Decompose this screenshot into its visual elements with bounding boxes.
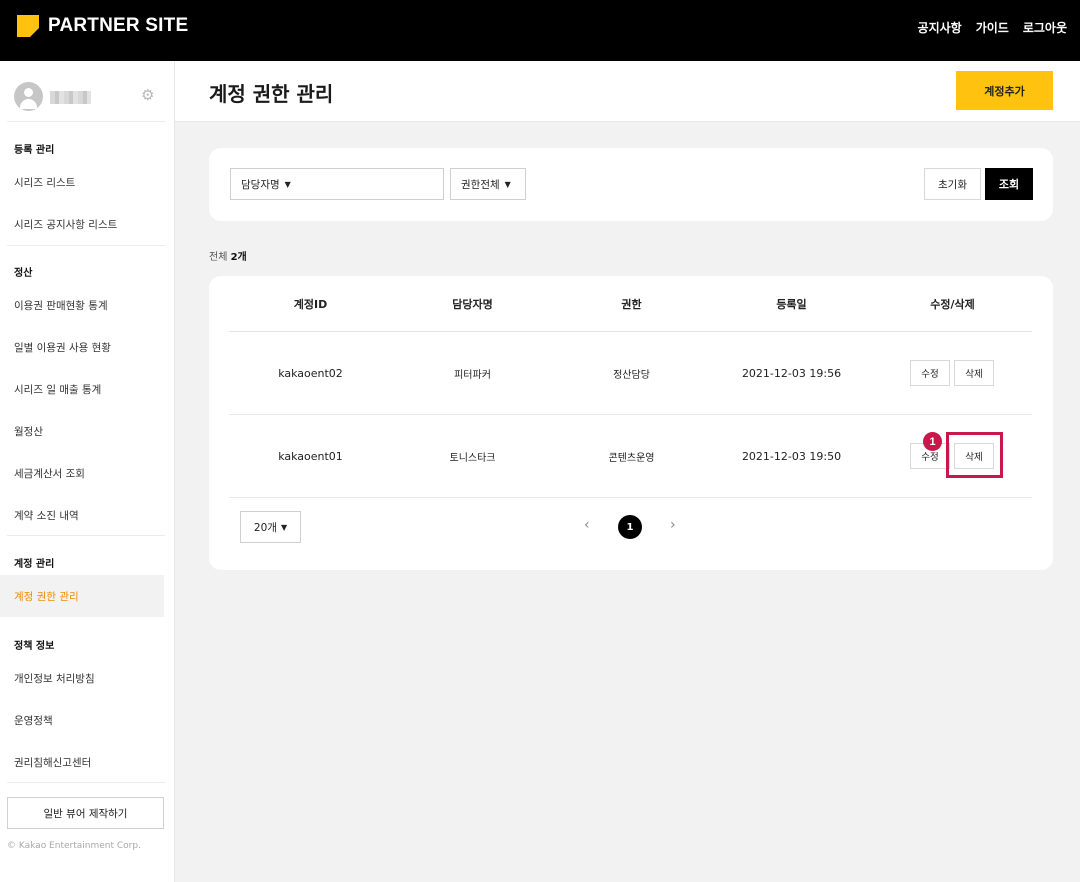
sidebar-item-series-list[interactable]: 시리즈 리스트 <box>0 161 164 203</box>
column-header-id: 계정ID <box>293 297 328 311</box>
cell-account-id: kakaoent02 <box>278 366 343 380</box>
divider <box>7 535 165 536</box>
cell-date: 2021-12-03 19:56 <box>741 366 842 380</box>
table-row: kakaoent02 피터파커 정산담당 2021-12-03 19:56 수정… <box>229 332 1032 415</box>
title-bar: 계정 권한 관리 계정추가 <box>175 61 1080 122</box>
column-header-role: 권한 <box>621 297 642 311</box>
delete-button[interactable]: 삭제 <box>954 360 994 386</box>
create-viewer-button[interactable]: 일반 뷰어 제작하기 <box>7 797 164 829</box>
page-size-label: 20개 <box>253 521 277 534</box>
page-number-current[interactable]: 1 <box>618 515 642 539</box>
section-title-policy: 정책 정보 <box>14 641 55 652</box>
caret-down-icon: ▼ <box>504 179 511 189</box>
chevron-left-icon[interactable]: ‹ <box>584 517 590 533</box>
cell-date: 2021-12-03 19:50 <box>741 449 842 463</box>
gear-icon[interactable]: ⚙ <box>141 88 156 103</box>
manager-select[interactable]: 담당자명 ▼ <box>230 168 444 200</box>
total-label: 전체 <box>209 252 228 263</box>
manager-select-label: 담당자명 <box>241 178 280 191</box>
divider <box>7 121 165 122</box>
profile: ⚙ <box>0 61 175 122</box>
sidebar-item-daily-ticket-usage[interactable]: 일별 이용권 사용 현황 <box>0 326 164 368</box>
sidebar-item-series-notice-list[interactable]: 시리즈 공지사항 리스트 <box>0 203 164 245</box>
column-header-actions: 수정/삭제 <box>930 297 975 311</box>
column-header-manager: 담당자명 <box>452 297 493 311</box>
divider <box>7 782 165 783</box>
logo[interactable]: PARTNER SITE <box>17 15 188 37</box>
cell-role: 콘텐츠운영 <box>608 452 655 464</box>
highlight-box <box>946 432 1003 478</box>
caret-down-icon: ▼ <box>284 179 291 189</box>
logo-mark-icon <box>17 15 39 37</box>
column-header-date: 등록일 <box>776 297 807 311</box>
total-count: 전체 2개 <box>209 248 247 263</box>
add-account-button[interactable]: 계정추가 <box>956 71 1053 110</box>
cell-manager: 토니스타크 <box>449 452 496 464</box>
sidebar: ⚙ 등록 관리 시리즈 리스트 시리즈 공지사항 리스트 정산 이용권 판매현황… <box>0 61 175 882</box>
table-card: 계정ID 담당자명 권한 등록일 수정/삭제 kakaoent02 피터파커 정… <box>209 276 1053 570</box>
search-button[interactable]: 조회 <box>985 168 1033 200</box>
role-select-label: 권한전체 <box>461 178 500 191</box>
sidebar-item-rights-report[interactable]: 권리침해신고센터 <box>0 741 164 783</box>
step-badge: 1 <box>923 432 942 451</box>
sidebar-item-ticket-sales-stats[interactable]: 이용권 판매현황 통계 <box>0 284 164 326</box>
sidebar-item-contract-usage[interactable]: 계약 소진 내역 <box>0 494 164 536</box>
sidebar-item-monthly-settlement[interactable]: 월정산 <box>0 410 164 452</box>
cell-role: 정산담당 <box>613 369 650 381</box>
page-title: 계정 권한 관리 <box>209 82 334 106</box>
top-bar: PARTNER SITE 공지사항 가이드 로그아웃 <box>0 0 1080 61</box>
section-title-settlement: 정산 <box>14 268 33 279</box>
table-row: kakaoent01 토니스타크 콘텐츠운영 2021-12-03 19:50 … <box>229 415 1032 498</box>
sidebar-item-account-permissions[interactable]: 계정 권한 관리 <box>0 575 164 617</box>
sidebar-item-tax-invoice[interactable]: 세금계산서 조회 <box>0 452 164 494</box>
role-select[interactable]: 권한전체 ▼ <box>450 168 526 200</box>
cell-account-id: kakaoent01 <box>278 449 343 463</box>
top-nav: 공지사항 가이드 로그아웃 <box>918 19 1067 36</box>
page-size-select[interactable]: 20개 ▼ <box>240 511 301 543</box>
cell-manager: 피터파커 <box>454 369 491 381</box>
filter-card: 담당자명 ▼ 권한전체 ▼ 초기화 조회 <box>209 148 1053 221</box>
sidebar-item-privacy-policy[interactable]: 개인정보 처리방침 <box>0 657 164 699</box>
sidebar-item-series-daily-sales[interactable]: 시리즈 일 매출 통계 <box>0 368 164 410</box>
blurred-username <box>50 91 91 104</box>
logo-text: PARTNER SITE <box>48 15 189 36</box>
caret-down-icon: ▼ <box>280 522 288 532</box>
nav-guide-link[interactable]: 가이드 <box>976 19 1009 36</box>
edit-button[interactable]: 수정 <box>910 360 950 386</box>
table-header: 계정ID 담당자명 권한 등록일 수정/삭제 <box>229 276 1032 332</box>
sidebar-item-operation-policy[interactable]: 운영정책 <box>0 699 164 741</box>
avatar <box>14 82 43 111</box>
reset-button[interactable]: 초기화 <box>924 168 981 200</box>
divider <box>7 245 165 246</box>
nav-notice-link[interactable]: 공지사항 <box>918 19 962 36</box>
section-title-account: 계정 관리 <box>14 559 55 570</box>
nav-logout-link[interactable]: 로그아웃 <box>1023 19 1067 36</box>
copyright: © Kakao Entertainment Corp. <box>7 841 141 851</box>
section-title-registration: 등록 관리 <box>14 145 55 156</box>
total-value: 2개 <box>230 252 247 263</box>
chevron-right-icon[interactable]: › <box>670 517 676 533</box>
